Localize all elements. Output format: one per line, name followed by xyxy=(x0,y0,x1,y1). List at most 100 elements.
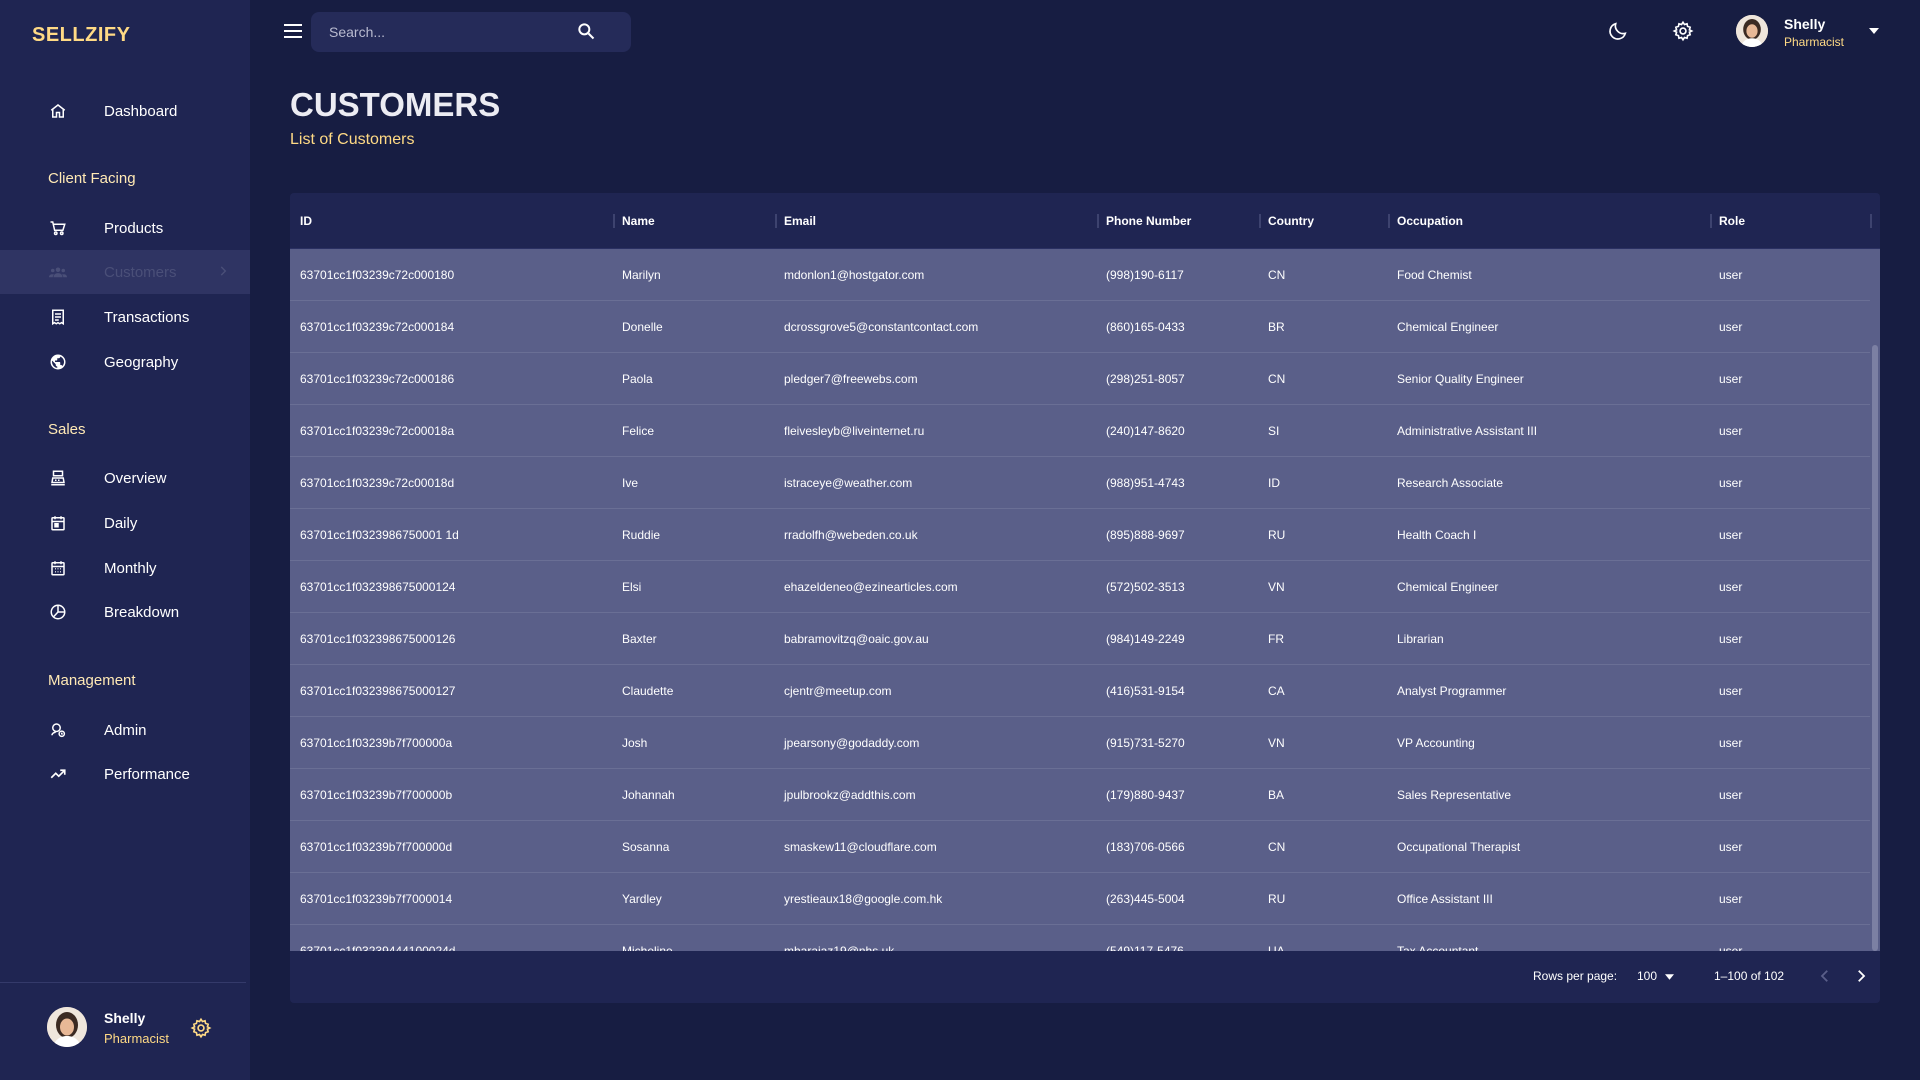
table-header: ID Name Email Phone Number Country Occup… xyxy=(290,193,1880,249)
column-separator[interactable] xyxy=(1259,214,1261,228)
column-separator[interactable] xyxy=(1388,214,1390,228)
cell-role: user xyxy=(1719,476,1743,490)
column-header-id[interactable]: ID xyxy=(300,193,312,249)
sidebar-item-daily[interactable]: Daily xyxy=(0,501,250,545)
table-row[interactable]: 63701cc1f032398675000126 Baxter babramovit… xyxy=(290,613,1870,665)
table-row[interactable]: 63701cc1f03239b7f700000a Josh jpearsony@go… xyxy=(290,717,1870,769)
user-name[interactable]: Shelly xyxy=(1784,16,1825,32)
table-row[interactable]: 63701cc1f03239b7f700000d Sosanna smaskew11… xyxy=(290,821,1870,873)
cell-country: CN xyxy=(1268,268,1286,282)
cell-phone: (298)251-8057 xyxy=(1106,372,1185,386)
sidebar-item-customers[interactable]: Customers xyxy=(0,250,250,294)
column-header-country[interactable]: Country xyxy=(1268,193,1314,249)
sidebar-item-performance[interactable]: Performance xyxy=(0,752,250,796)
table-row[interactable]: 63701cc1f03239c72c00018d Ive istraceye@wea… xyxy=(290,457,1870,509)
cell-country: CN xyxy=(1268,840,1286,854)
table-row[interactable]: 63701cc1f03239c72c00018a Felice fleivesley… xyxy=(290,405,1870,457)
cell-country: VN xyxy=(1268,736,1285,750)
dark-mode-icon[interactable] xyxy=(1607,20,1629,42)
caret-down-icon[interactable] xyxy=(1665,974,1674,980)
cell-occupation: Food Chemist xyxy=(1397,268,1472,282)
sidebar-item-admin[interactable]: Admin xyxy=(0,708,250,752)
receipt-icon xyxy=(48,307,68,327)
cell-id: 63701cc1f03239c72c000184 xyxy=(300,320,455,334)
sidebar-item-breakdown[interactable]: Breakdown xyxy=(0,590,250,634)
sidebar-item-label: Products xyxy=(104,219,164,237)
section-title-sales: Sales xyxy=(48,421,86,438)
cell-id: 63701cc1f03239b7f700000a xyxy=(300,736,453,750)
sidebar-item-products[interactable]: Products xyxy=(0,206,250,250)
menu-icon[interactable] xyxy=(284,24,302,38)
admin-panel-icon xyxy=(48,720,68,740)
calendar-day-icon xyxy=(48,513,68,533)
settings-icon[interactable] xyxy=(190,1017,212,1039)
sidebar-item-label: Performance xyxy=(104,765,190,783)
table-row[interactable]: 63701cc1f03239c72c000180 Marilyn mdonlon1@… xyxy=(290,249,1870,301)
table-row[interactable]: 63701cc1f03239b7f700000b Johannah jpulbroo… xyxy=(290,769,1870,821)
avatar[interactable] xyxy=(47,1007,87,1047)
sidebar-item-geography[interactable]: Geography xyxy=(0,340,250,384)
column-header-email[interactable]: Email xyxy=(784,193,816,249)
cell-name: Ruddie xyxy=(622,528,661,542)
sidebar-item-dashboard[interactable]: Dashboard xyxy=(0,89,250,133)
cell-occupation: Sales Representative xyxy=(1397,788,1512,802)
cell-phone: (549)117-5476 xyxy=(1106,944,1184,951)
column-header-role[interactable]: Role xyxy=(1719,193,1745,249)
table-body[interactable]: 63701cc1f03239c72c000180 Marilyn mdonlon1@… xyxy=(290,249,1870,951)
cell-email: jpulbrookz@addthis.com xyxy=(784,788,916,802)
table-row[interactable]: 63701cc1f0323986750001 1d Ruddie rradolfh@… xyxy=(290,509,1870,561)
column-header-name[interactable]: Name xyxy=(622,193,655,249)
home-icon xyxy=(48,101,68,121)
table-row[interactable]: 63701cc1f032398675000124 Elsi ehazeldeneo@… xyxy=(290,561,1870,613)
cell-email: jpearsony@godaddy.com xyxy=(784,736,920,750)
cell-occupation: Tax Accountant xyxy=(1397,944,1479,951)
cell-id: 63701cc1f03239444100024d xyxy=(300,944,456,951)
sidebar-item-monthly[interactable]: Monthly xyxy=(0,546,250,590)
table-row[interactable]: 63701cc1f032398675000127 Claudette cjentr@… xyxy=(290,665,1870,717)
cell-occupation: Research Associate xyxy=(1397,476,1504,490)
previous-page-button[interactable] xyxy=(1816,967,1834,985)
column-separator[interactable] xyxy=(1710,214,1712,228)
table-row[interactable]: 63701cc1f03239c72c000184 Donelle dcrossgro… xyxy=(290,301,1870,353)
cell-country: VN xyxy=(1268,580,1285,594)
table-row[interactable]: 63701cc1f03239b7f7000014 Yardley yrestieau… xyxy=(290,873,1870,925)
search-icon[interactable] xyxy=(576,21,596,41)
caret-down-icon[interactable] xyxy=(1868,27,1880,35)
next-page-button[interactable] xyxy=(1852,967,1870,985)
cell-country: ID xyxy=(1268,476,1280,490)
app-logo[interactable]: SELLZIFY xyxy=(32,24,130,47)
cell-phone: (416)531-9154 xyxy=(1106,684,1185,698)
column-separator[interactable] xyxy=(613,214,615,228)
sidebar-item-label: Breakdown xyxy=(104,603,180,621)
cell-country: RU xyxy=(1268,528,1286,542)
sidebar-item-label: Dashboard xyxy=(104,102,178,120)
user-role: Pharmacist xyxy=(104,1031,170,1046)
cell-name: Donelle xyxy=(622,320,663,334)
column-header-phone[interactable]: Phone Number xyxy=(1106,193,1191,249)
cell-role: user xyxy=(1719,892,1743,906)
cell-id: 63701cc1f03239c72c000186 xyxy=(300,372,455,386)
column-separator[interactable] xyxy=(1097,214,1099,228)
globe-icon xyxy=(48,352,68,372)
column-separator[interactable] xyxy=(1870,214,1872,228)
section-title-client-facing: Client Facing xyxy=(48,170,136,187)
cell-phone: (984)149-2249 xyxy=(1106,632,1185,646)
cell-id: 63701cc1f032398675000127 xyxy=(300,684,456,698)
scrollbar-thumb[interactable] xyxy=(1872,345,1878,951)
sidebar-item-transactions[interactable]: Transactions xyxy=(0,295,250,339)
avatar[interactable] xyxy=(1736,15,1768,47)
column-separator[interactable] xyxy=(775,214,777,228)
search-input[interactable] xyxy=(329,12,579,52)
cell-occupation: Chemical Engineer xyxy=(1397,580,1499,594)
table-row[interactable]: 63701cc1f03239444100024d Micheline mharaia… xyxy=(290,925,1870,951)
settings-icon[interactable] xyxy=(1672,20,1694,42)
user-role: Pharmacist xyxy=(1784,35,1845,49)
cell-occupation: Administrative Assistant III xyxy=(1397,424,1538,438)
table-row[interactable]: 63701cc1f03239c72c000186 Paola pledger7@fr… xyxy=(290,353,1870,405)
cell-occupation: Health Coach I xyxy=(1397,528,1477,542)
column-header-occupation[interactable]: Occupation xyxy=(1397,193,1463,249)
rows-per-page-select[interactable]: 100 xyxy=(1637,969,1657,983)
cell-role: user xyxy=(1719,528,1743,542)
sidebar-item-overview[interactable]: Overview xyxy=(0,456,250,500)
cell-id: 63701cc1f03239c72c000180 xyxy=(300,268,455,282)
